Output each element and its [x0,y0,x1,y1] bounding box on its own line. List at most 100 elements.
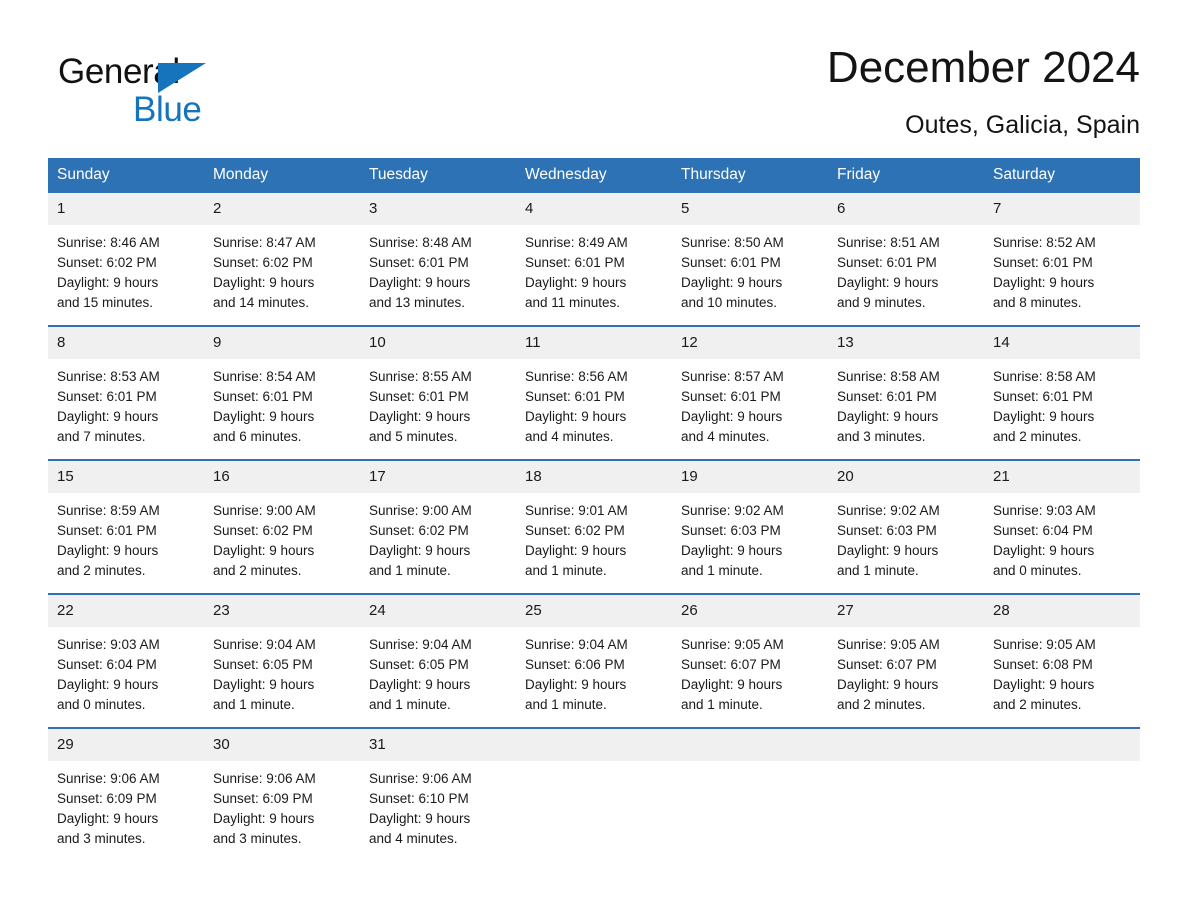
sunset-text: Sunset: 6:05 PM [369,657,469,672]
calendar-day-cell[interactable]: 21 Sunrise: 9:03 AM Sunset: 6:04 PM Dayligh… [984,459,1140,594]
calendar-day-cell[interactable]: 28 Sunrise: 9:05 AM Sunset: 6:08 PM Dayligh… [984,593,1140,728]
day-details: Sunrise: 9:06 AM Sunset: 6:10 PM Daylight:… [360,761,516,861]
daylight-text-line1: Daylight: 9 hours [993,543,1095,558]
calendar-day-cell[interactable]: 4 Sunrise: 8:49 AM Sunset: 6:01 PM Daylight… [516,193,672,326]
calendar-day-cell[interactable]: 20 Sunrise: 9:02 AM Sunset: 6:03 PM Dayligh… [828,459,984,594]
calendar-day-cell[interactable]: 14 Sunrise: 8:58 AM Sunset: 6:01 PM Dayligh… [984,325,1140,460]
sunset-text: Sunset: 6:01 PM [369,255,469,270]
daylight-text-line1: Daylight: 9 hours [57,677,159,692]
sunset-text: Sunset: 6:01 PM [369,389,469,404]
daylight-text-line1: Daylight: 9 hours [213,677,315,692]
sunrise-text: Sunrise: 9:06 AM [57,771,160,786]
calendar-day-cell[interactable]: 23 Sunrise: 9:04 AM Sunset: 6:05 PM Dayligh… [204,593,360,728]
calendar-day-cell[interactable]: 24 Sunrise: 9:04 AM Sunset: 6:05 PM Dayligh… [360,593,516,728]
day-details: Sunrise: 8:50 AM Sunset: 6:01 PM Daylight:… [672,225,828,325]
calendar-day-cell[interactable]: 8 Sunrise: 8:53 AM Sunset: 6:01 PM Daylight… [48,325,204,460]
daylight-text-line2: and 4 minutes. [369,831,458,846]
sunset-text: Sunset: 6:08 PM [993,657,1093,672]
calendar-day-cell[interactable]: 31 Sunrise: 9:06 AM Sunset: 6:10 PM Dayligh… [360,727,516,861]
daylight-text-line1: Daylight: 9 hours [213,409,315,424]
sunrise-text: Sunrise: 9:00 AM [369,503,472,518]
calendar-day-cell[interactable]: 5 Sunrise: 8:50 AM Sunset: 6:01 PM Daylight… [672,193,828,326]
weekday-header-tuesday: Tuesday [360,158,516,193]
day-number [672,729,828,761]
daylight-text-line2: and 3 minutes. [837,429,926,444]
day-details: Sunrise: 9:06 AM Sunset: 6:09 PM Daylight:… [48,761,204,861]
day-details: Sunrise: 9:00 AM Sunset: 6:02 PM Daylight:… [204,493,360,593]
daylight-text-line2: and 1 minute. [213,697,295,712]
daylight-text-line1: Daylight: 9 hours [369,543,471,558]
calendar-day-cell[interactable]: 18 Sunrise: 9:01 AM Sunset: 6:02 PM Dayligh… [516,459,672,594]
calendar-day-cell[interactable]: 17 Sunrise: 9:00 AM Sunset: 6:02 PM Dayligh… [360,459,516,594]
sunrise-text: Sunrise: 9:03 AM [993,503,1096,518]
day-details: Sunrise: 9:05 AM Sunset: 6:08 PM Daylight:… [984,627,1140,727]
daylight-text-line1: Daylight: 9 hours [837,275,939,290]
day-number: 20 [828,461,984,493]
day-details [984,761,1140,847]
sunrise-text: Sunrise: 9:00 AM [213,503,316,518]
day-number: 16 [204,461,360,493]
sunrise-text: Sunrise: 9:04 AM [369,637,472,652]
day-details: Sunrise: 8:49 AM Sunset: 6:01 PM Daylight:… [516,225,672,325]
daylight-text-line1: Daylight: 9 hours [57,543,159,558]
sunset-text: Sunset: 6:01 PM [525,389,625,404]
calendar-day-cell[interactable]: 19 Sunrise: 9:02 AM Sunset: 6:03 PM Dayligh… [672,459,828,594]
sunrise-text: Sunrise: 8:54 AM [213,369,316,384]
sunset-text: Sunset: 6:02 PM [213,255,313,270]
day-details: Sunrise: 9:05 AM Sunset: 6:07 PM Daylight:… [828,627,984,727]
calendar-empty-cell [984,727,1140,861]
sunrise-text: Sunrise: 8:58 AM [837,369,940,384]
day-number: 3 [360,193,516,225]
daylight-text-line2: and 1 minute. [369,563,451,578]
calendar-day-cell[interactable]: 13 Sunrise: 8:58 AM Sunset: 6:01 PM Dayligh… [828,325,984,460]
calendar-day-cell[interactable]: 15 Sunrise: 8:59 AM Sunset: 6:01 PM Dayligh… [48,459,204,594]
day-details: Sunrise: 8:46 AM Sunset: 6:02 PM Daylight:… [48,225,204,325]
sunset-text: Sunset: 6:07 PM [681,657,781,672]
sunrise-text: Sunrise: 8:59 AM [57,503,160,518]
day-number: 12 [672,327,828,359]
calendar-day-cell[interactable]: 29 Sunrise: 9:06 AM Sunset: 6:09 PM Dayligh… [48,727,204,861]
day-number: 25 [516,595,672,627]
sunset-text: Sunset: 6:01 PM [993,389,1093,404]
sunrise-text: Sunrise: 9:06 AM [213,771,316,786]
calendar-day-cell[interactable]: 1 Sunrise: 8:46 AM Sunset: 6:02 PM Daylight… [48,193,204,326]
day-details: Sunrise: 9:06 AM Sunset: 6:09 PM Daylight:… [204,761,360,861]
calendar-day-cell[interactable]: 30 Sunrise: 9:06 AM Sunset: 6:09 PM Dayligh… [204,727,360,861]
calendar-day-cell[interactable]: 11 Sunrise: 8:56 AM Sunset: 6:01 PM Dayligh… [516,325,672,460]
day-number: 1 [48,193,204,225]
sunrise-text: Sunrise: 8:46 AM [57,235,160,250]
sunrise-text: Sunrise: 9:04 AM [525,637,628,652]
day-number: 27 [828,595,984,627]
calendar-day-cell[interactable]: 26 Sunrise: 9:05 AM Sunset: 6:07 PM Dayligh… [672,593,828,728]
calendar-day-cell[interactable]: 3 Sunrise: 8:48 AM Sunset: 6:01 PM Daylight… [360,193,516,326]
calendar-day-cell[interactable]: 22 Sunrise: 9:03 AM Sunset: 6:04 PM Dayligh… [48,593,204,728]
daylight-text-line1: Daylight: 9 hours [213,275,315,290]
sunset-text: Sunset: 6:07 PM [837,657,937,672]
calendar-body: 1 Sunrise: 8:46 AM Sunset: 6:02 PM Daylight… [48,193,1140,861]
sunrise-text: Sunrise: 9:02 AM [681,503,784,518]
calendar-page: General Blue December 2024 Outes, Galici… [0,0,1188,918]
sunset-text: Sunset: 6:01 PM [681,389,781,404]
calendar-day-cell[interactable]: 25 Sunrise: 9:04 AM Sunset: 6:06 PM Dayligh… [516,593,672,728]
day-details: Sunrise: 8:56 AM Sunset: 6:01 PM Daylight:… [516,359,672,459]
daylight-text-line1: Daylight: 9 hours [993,677,1095,692]
page-title: December 2024 [826,43,1140,92]
calendar-day-cell[interactable]: 7 Sunrise: 8:52 AM Sunset: 6:01 PM Daylight… [984,193,1140,326]
calendar-week-row: 1 Sunrise: 8:46 AM Sunset: 6:02 PM Daylight… [48,193,1140,326]
day-details: Sunrise: 8:57 AM Sunset: 6:01 PM Daylight:… [672,359,828,459]
day-number: 2 [204,193,360,225]
day-number [984,729,1140,761]
sunrise-text: Sunrise: 8:49 AM [525,235,628,250]
calendar-day-cell[interactable]: 10 Sunrise: 8:55 AM Sunset: 6:01 PM Dayligh… [360,325,516,460]
calendar-day-cell[interactable]: 2 Sunrise: 8:47 AM Sunset: 6:02 PM Daylight… [204,193,360,326]
daylight-text-line2: and 2 minutes. [993,697,1082,712]
calendar-day-cell[interactable]: 6 Sunrise: 8:51 AM Sunset: 6:01 PM Daylight… [828,193,984,326]
calendar-day-cell[interactable]: 12 Sunrise: 8:57 AM Sunset: 6:01 PM Dayligh… [672,325,828,460]
general-blue-logo[interactable]: General Blue [58,52,318,138]
calendar-day-cell[interactable]: 16 Sunrise: 9:00 AM Sunset: 6:02 PM Dayligh… [204,459,360,594]
daylight-text-line2: and 0 minutes. [57,697,146,712]
day-number: 18 [516,461,672,493]
calendar-day-cell[interactable]: 9 Sunrise: 8:54 AM Sunset: 6:01 PM Daylight… [204,325,360,460]
calendar-day-cell[interactable]: 27 Sunrise: 9:05 AM Sunset: 6:07 PM Dayligh… [828,593,984,728]
sunrise-text: Sunrise: 9:06 AM [369,771,472,786]
